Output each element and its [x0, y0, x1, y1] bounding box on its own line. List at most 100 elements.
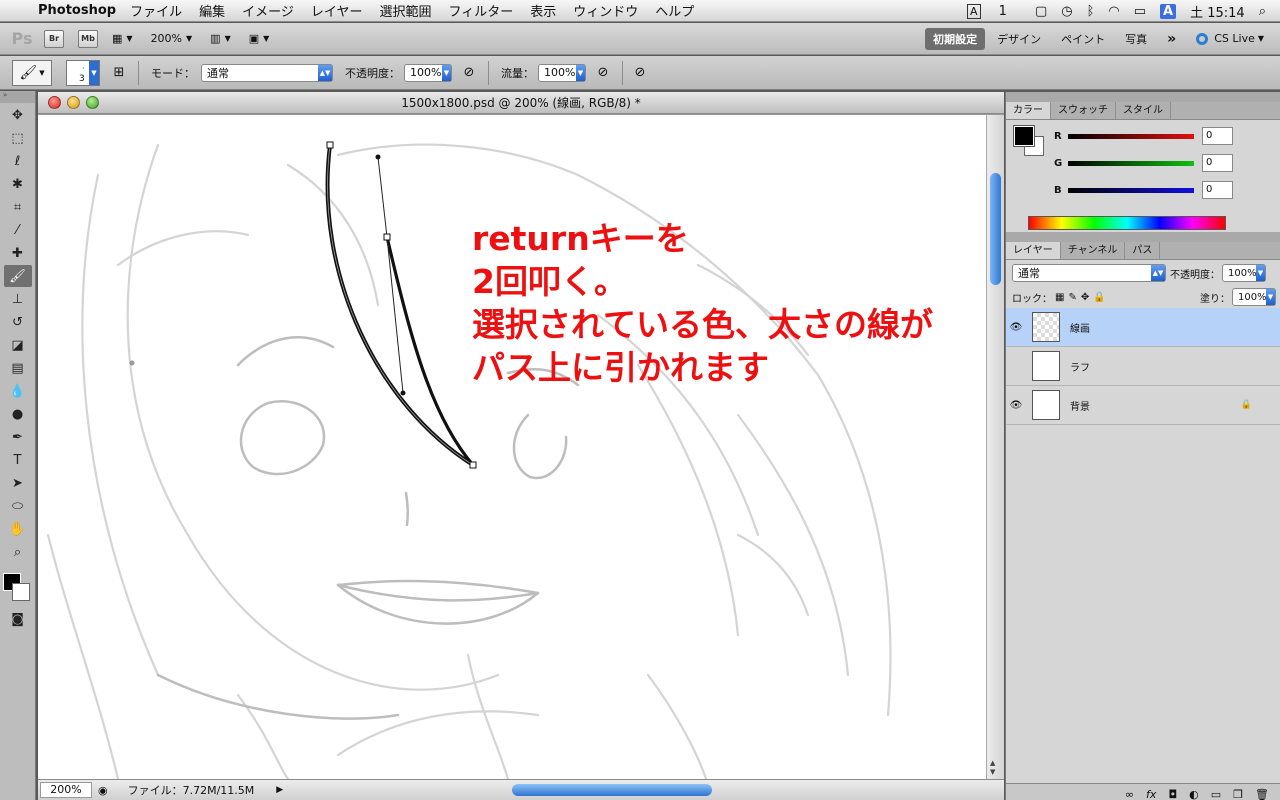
clone-stamp-tool-icon[interactable]: ⊥	[4, 288, 32, 310]
spotlight-icon[interactable]: ⌕	[1259, 4, 1266, 19]
quick-select-tool-icon[interactable]: ✱	[4, 173, 32, 195]
lock-pixels-icon[interactable]: ✎	[1068, 292, 1076, 303]
pressure-opacity-icon[interactable]: ⊘	[460, 64, 478, 82]
adobe-input-status[interactable]: A 1	[967, 3, 1021, 19]
eyedropper-tool-icon[interactable]: ⁄	[4, 219, 32, 241]
flow-input[interactable]: 100% ▼	[538, 63, 586, 82]
vertical-scrollbar[interactable]: ▲ ▼	[986, 115, 1004, 779]
lock-all-icon[interactable]: 🔒	[1093, 292, 1105, 303]
document-titlebar[interactable]: 1500x1800.psd @ 200% (線画, RGB/8) *	[38, 92, 1004, 114]
wifi-icon[interactable]: ◠	[1108, 4, 1119, 19]
tab-channels[interactable]: チャンネル	[1061, 242, 1126, 259]
b-slider[interactable]	[1068, 187, 1194, 193]
status-zoom-field[interactable]: 200%	[40, 782, 92, 798]
toolbox-grip[interactable]: »	[0, 91, 35, 103]
brush-preset-picker[interactable]: · 3 ▼	[66, 59, 100, 86]
color-spectrum[interactable]	[1028, 216, 1226, 230]
r-slider[interactable]	[1068, 133, 1194, 139]
status-info-icon[interactable]: ◉	[98, 784, 108, 797]
workspace-essentials[interactable]: 初期設定	[925, 27, 986, 50]
menu-view[interactable]: 表示	[530, 1, 556, 20]
delete-layer-icon[interactable]: 🗑	[1255, 788, 1269, 800]
bluetooth-icon[interactable]: ᛒ	[1087, 4, 1095, 19]
g-slider[interactable]	[1068, 160, 1194, 166]
blur-tool-icon[interactable]: 💧	[4, 380, 32, 402]
visibility-eye-icon[interactable]: 👁	[1006, 322, 1026, 333]
workspace-paint[interactable]: ペイント	[1053, 28, 1113, 50]
marquee-tool-icon[interactable]: ⬚	[4, 127, 32, 149]
clock[interactable]: 土 15:14	[1190, 2, 1245, 21]
layer-opacity-input[interactable]: 100% ▼	[1222, 264, 1266, 282]
move-tool-icon[interactable]: ✥	[4, 104, 32, 126]
panel-grip[interactable]	[1006, 92, 1280, 102]
menu-file[interactable]: ファイル	[130, 1, 182, 20]
opacity-input[interactable]: 100% ▼	[404, 63, 452, 82]
horizontal-scroll-thumb[interactable]	[512, 784, 712, 796]
adjustment-layer-icon[interactable]: ◐	[1189, 788, 1199, 800]
history-brush-tool-icon[interactable]: ↺	[4, 311, 32, 333]
battery-icon[interactable]: ▭	[1134, 4, 1146, 19]
status-menu-icon[interactable]: ▶	[276, 785, 283, 795]
panel-foreground-color[interactable]	[1013, 125, 1035, 147]
menu-select[interactable]: 選択範囲	[380, 1, 432, 20]
tab-swatches[interactable]: スウォッチ	[1051, 102, 1116, 119]
b-value-input[interactable]: 0	[1202, 181, 1233, 199]
g-value-input[interactable]: 0	[1202, 154, 1233, 172]
path-selection-tool-icon[interactable]: ➤	[4, 472, 32, 494]
healing-brush-tool-icon[interactable]: ✚	[4, 242, 32, 264]
airbrush-icon[interactable]: ⊘	[594, 64, 612, 82]
quick-mask-icon[interactable]: ◙	[4, 608, 32, 630]
menu-edit[interactable]: 編集	[199, 1, 225, 20]
background-color[interactable]	[12, 583, 30, 601]
zoom-dropdown[interactable]: 200% ▼	[151, 32, 193, 45]
new-group-icon[interactable]: ▭	[1211, 788, 1221, 800]
pressure-size-icon[interactable]: ⊘	[631, 64, 649, 82]
brush-tool-icon[interactable]: 🖌	[3, 265, 32, 287]
tab-paths[interactable]: パス	[1125, 242, 1161, 259]
tab-styles[interactable]: スタイル	[1116, 102, 1171, 119]
menu-window[interactable]: ウィンドウ	[573, 1, 638, 20]
shape-tool-icon[interactable]: ⬭	[4, 495, 32, 517]
input-method-icon[interactable]: A	[1160, 3, 1177, 19]
scroll-arrows-icon[interactable]: ▲ ▼	[990, 759, 995, 777]
fill-input[interactable]: 100% ▼	[1232, 288, 1276, 306]
stop-icon[interactable]: ▢	[1035, 4, 1047, 19]
canvas[interactable]: returnキーを 2回叩く。 選択されている色、太さの線が パス上に引かれます	[38, 115, 986, 779]
gradient-tool-icon[interactable]: ▤	[4, 357, 32, 379]
mode-select[interactable]: 通常 ▲▼	[201, 63, 333, 82]
type-tool-icon[interactable]: T	[4, 449, 32, 471]
layer-style-icon[interactable]: fx	[1146, 788, 1156, 800]
zoom-button[interactable]	[86, 96, 99, 109]
panel-grip-2[interactable]	[1006, 232, 1280, 242]
minimize-button[interactable]	[67, 96, 80, 109]
hand-tool-icon[interactable]: ✋	[4, 518, 32, 540]
view-extras-dropdown[interactable]: ▦ ▼	[112, 32, 133, 45]
close-button[interactable]	[48, 96, 61, 109]
crop-tool-icon[interactable]: ⌗	[4, 196, 32, 218]
layer-mask-icon[interactable]: ◘	[1168, 788, 1177, 800]
layer-row-rough[interactable]: ラフ	[1006, 347, 1280, 386]
layer-row-lineart[interactable]: 👁 線画	[1006, 308, 1280, 347]
brush-panel-toggle-icon[interactable]: ⊞	[110, 64, 128, 82]
visibility-eye-icon[interactable]: 👁	[1006, 400, 1026, 411]
pen-tool-icon[interactable]: ✒	[4, 426, 32, 448]
app-menu[interactable]: Photoshop	[38, 3, 116, 18]
lock-transparent-icon[interactable]: ▦	[1055, 292, 1064, 303]
workspace-photo[interactable]: 写真	[1117, 28, 1155, 50]
tab-layers[interactable]: レイヤー	[1006, 242, 1061, 259]
mini-bridge-button[interactable]: Mb	[78, 29, 98, 48]
bridge-button[interactable]: Br	[44, 29, 64, 48]
tab-color[interactable]: カラー	[1006, 102, 1051, 119]
new-layer-icon[interactable]: ❐	[1233, 788, 1243, 800]
workspace-design[interactable]: デザイン	[989, 28, 1049, 50]
menu-help[interactable]: ヘルプ	[655, 1, 694, 20]
arrange-documents-dropdown[interactable]: ▥ ▼	[210, 32, 231, 45]
tool-preset-picker[interactable]: 🖌 ▼	[12, 59, 52, 86]
zoom-tool-icon[interactable]: ⌕	[4, 541, 32, 563]
time-machine-icon[interactable]: ◷	[1061, 4, 1072, 19]
layer-blend-mode-select[interactable]: 通常 ▲▼	[1012, 264, 1166, 282]
vertical-scroll-thumb[interactable]	[990, 173, 1001, 285]
screen-mode-dropdown[interactable]: ▣ ▼	[249, 32, 270, 45]
menu-image[interactable]: イメージ	[242, 1, 294, 20]
lock-position-icon[interactable]: ✥	[1081, 292, 1089, 303]
